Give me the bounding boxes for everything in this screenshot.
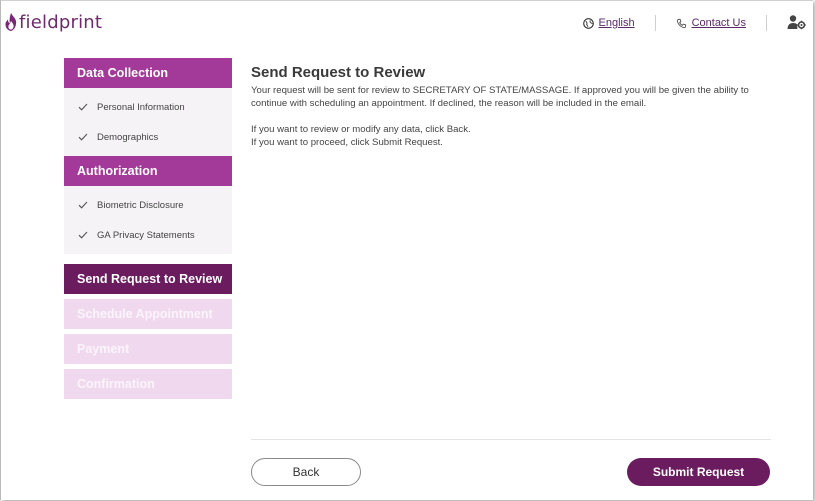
contact-link[interactable]: Contact Us [676, 17, 746, 29]
submit-request-button[interactable]: Submit Request [627, 458, 770, 486]
sidebar-item-label: Demographics [97, 131, 159, 143]
sidebar-item-biometric-disclosure[interactable]: Biometric Disclosure [64, 190, 232, 220]
checkmark-icon [78, 103, 88, 111]
header-divider [654, 15, 656, 31]
review-description: Your request will be sent for review to … [251, 85, 749, 109]
header-divider [766, 15, 767, 31]
checkmark-icon [78, 201, 88, 209]
section-authorization[interactable]: Authorization [64, 156, 232, 186]
sidebar: Data Collection Personal Information Dem… [64, 58, 232, 399]
header-links: English Contact Us [582, 13, 814, 33]
sidebar-item-label: Personal Information [97, 101, 185, 113]
sidebar-item-personal-information[interactable]: Personal Information [64, 92, 232, 122]
step-confirmation: Confirmation [64, 369, 232, 399]
language-label: English [598, 17, 635, 29]
app-window: fieldprint English Contact Us Data Colle… [0, 0, 813, 500]
section-data-collection-items: Personal Information Demographics [64, 88, 232, 156]
flame-logo-icon [5, 13, 17, 31]
step-schedule-appointment: Schedule Appointment [64, 299, 232, 329]
checkmark-icon [78, 133, 88, 141]
checkmark-icon [78, 231, 88, 239]
main-content: Send Request to Review Your request will… [251, 65, 776, 149]
back-instruction: If you want to review or modify any data… [251, 124, 471, 135]
section-authorization-items: Biometric Disclosure GA Privacy Statemen… [64, 186, 232, 254]
globe-icon [582, 17, 594, 29]
step-payment: Payment [64, 334, 232, 364]
logo-text: fieldprint [19, 11, 103, 33]
logo[interactable]: fieldprint [4, 11, 102, 33]
page-title: Send Request to Review [251, 64, 426, 81]
contact-label: Contact Us [691, 17, 746, 29]
sidebar-item-label: Biometric Disclosure [97, 199, 184, 211]
footer-divider [251, 439, 771, 440]
phone-icon [676, 18, 686, 28]
section-data-collection[interactable]: Data Collection [64, 58, 232, 88]
header: fieldprint English Contact Us [1, 1, 813, 45]
proceed-instruction: If you want to proceed, click Submit Req… [251, 137, 443, 148]
sidebar-item-label: GA Privacy Statements [97, 229, 195, 241]
step-send-request-to-review[interactable]: Send Request to Review [64, 264, 232, 294]
back-button[interactable]: Back [251, 458, 361, 486]
user-settings-icon[interactable] [787, 14, 807, 33]
language-link[interactable]: English [582, 17, 635, 29]
sidebar-item-ga-privacy-statements[interactable]: GA Privacy Statements [64, 220, 232, 250]
sidebar-item-demographics[interactable]: Demographics [64, 122, 232, 152]
